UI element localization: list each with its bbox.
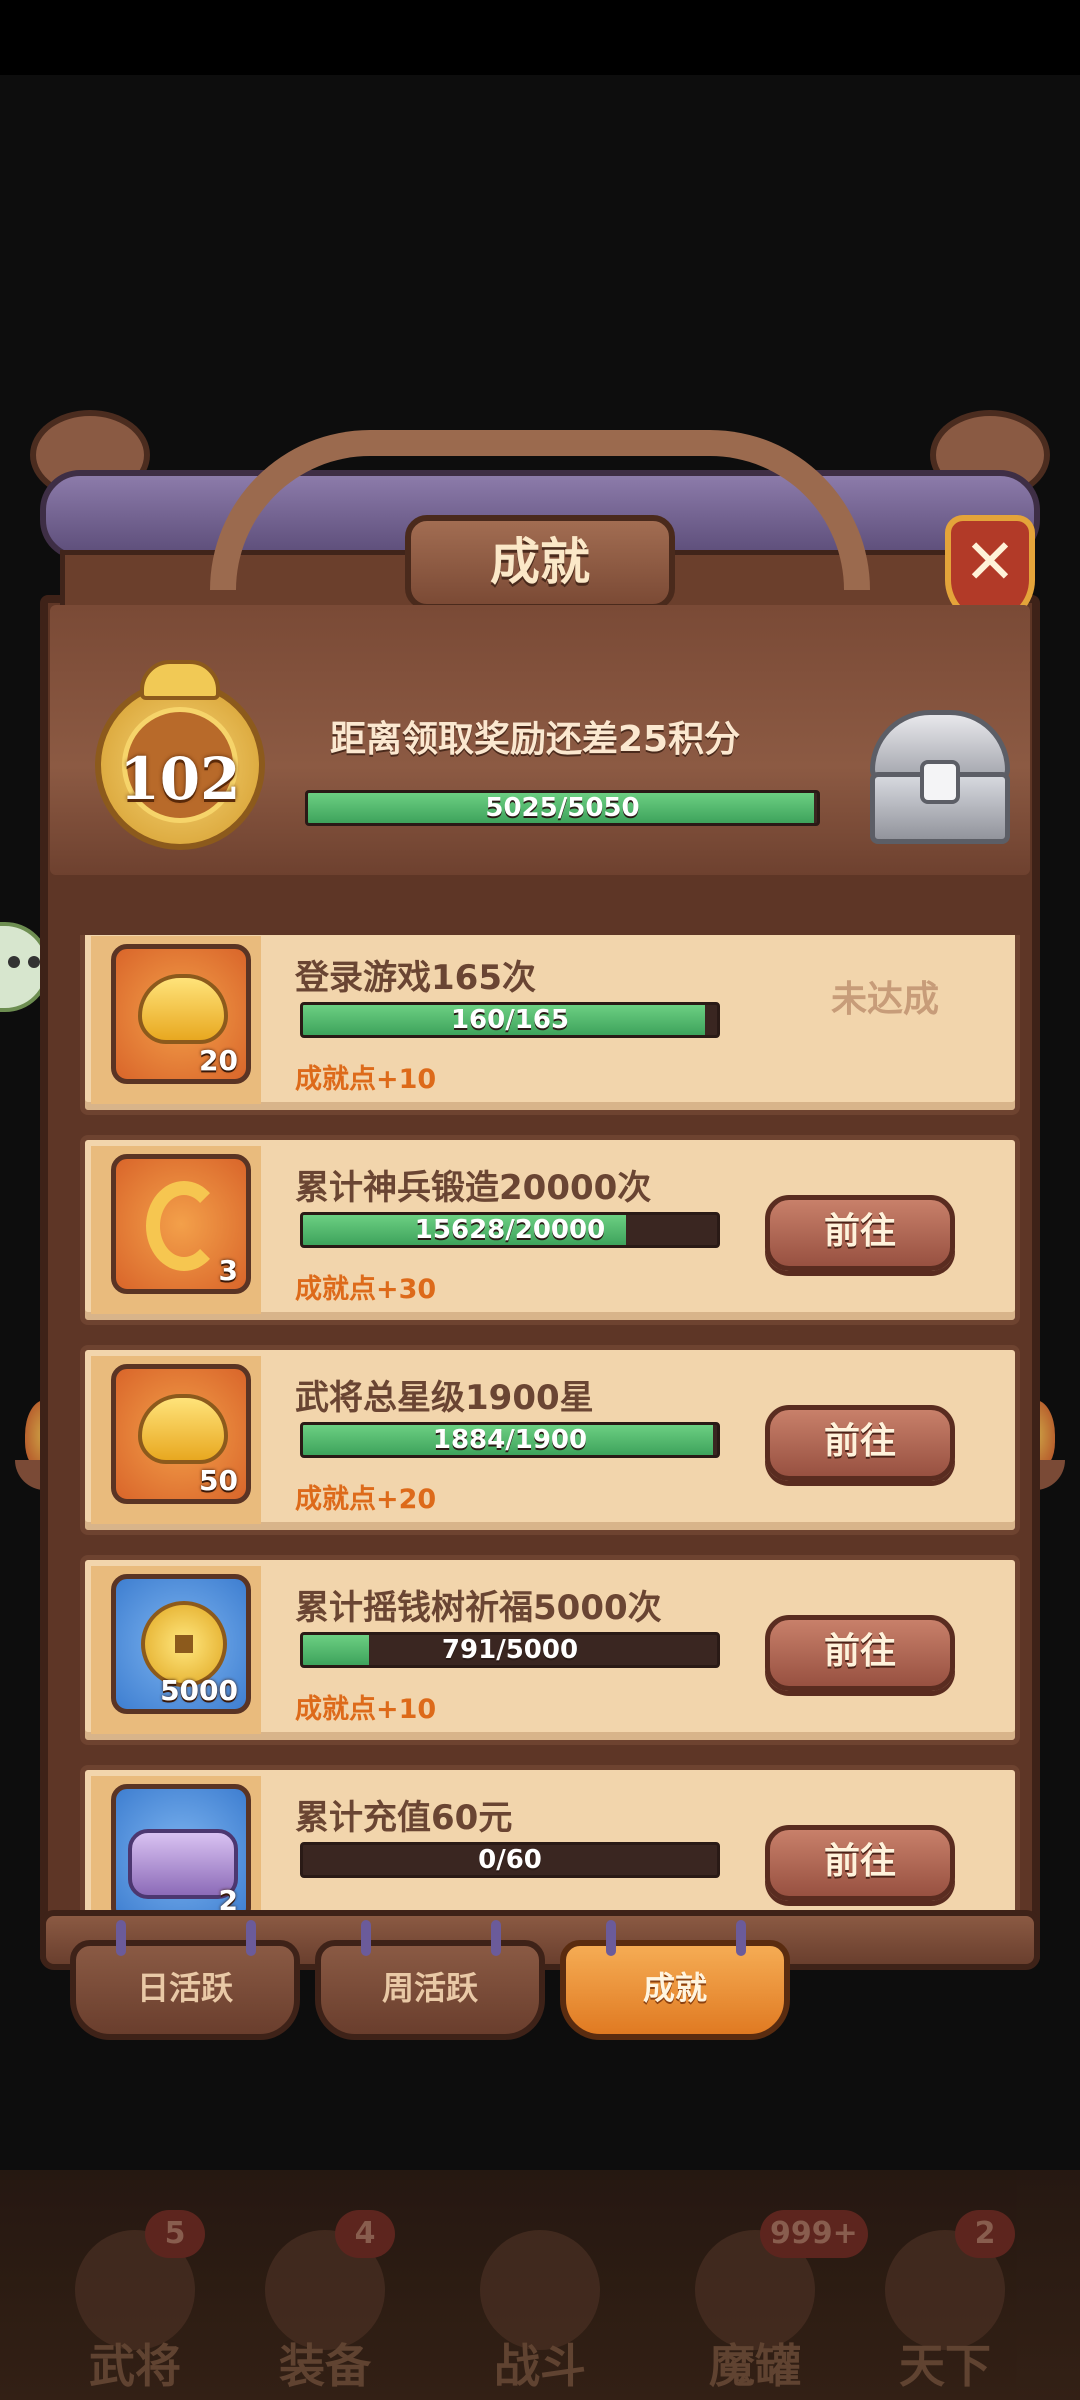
reward-item[interactable]: 5000 — [111, 1574, 251, 1714]
achievement-progress-bar: 1884/1900 — [300, 1422, 720, 1458]
tab-weekly-activity[interactable]: 周活跃 — [315, 1920, 545, 2040]
total-progress-text: 5025/5050 — [485, 793, 640, 823]
reward-slot: 5000 — [91, 1566, 261, 1734]
reward-item[interactable]: 2 — [111, 1784, 251, 1924]
go-button[interactable]: 前往 — [765, 1405, 955, 1481]
tab-achievements[interactable]: 成就 — [560, 1920, 790, 2040]
achievement-card: 3 累计神兵锻造20000次 15628/20000 成就点+30 前往 — [80, 1135, 1020, 1325]
achievement-points: 成就点+10 — [295, 1694, 437, 1725]
gold-ingot-icon — [138, 974, 228, 1044]
achievement-points: 成就点+20 — [295, 1484, 437, 1515]
achievement-title: 累计神兵锻造20000次 — [295, 1168, 652, 1208]
reward-slot: 3 — [91, 1146, 261, 1314]
progress-text: 160/165 — [450, 1005, 570, 1035]
reward-slot: 20 — [91, 936, 261, 1104]
reward-quantity: 5000 — [160, 1674, 238, 1707]
go-button[interactable]: 前往 — [765, 1825, 955, 1901]
achievement-points: 成就点+30 — [295, 1274, 437, 1305]
achievement-progress-bar: 15628/20000 — [300, 1212, 720, 1248]
tab-label: 周活跃 — [381, 1969, 478, 2007]
tab-label: 成就 — [642, 1969, 707, 2007]
achievement-title: 登录游戏165次 — [295, 958, 536, 998]
status-not-achieved: 未达成 — [830, 979, 939, 1020]
achievement-title: 武将总星级1900星 — [295, 1378, 594, 1418]
achievement-level: 102 — [119, 745, 241, 813]
reward-quantity: 50 — [199, 1464, 238, 1497]
progress-text: 15628/20000 — [414, 1215, 606, 1245]
achievement-points: 成就点+10 — [295, 1064, 437, 1095]
go-button[interactable]: 前往 — [765, 1195, 955, 1271]
progress-text: 1884/1900 — [432, 1425, 588, 1455]
panel-title: 成就 — [405, 515, 675, 610]
status-bar-area — [0, 0, 1080, 75]
tab-label: 日活跃 — [136, 1969, 233, 2007]
reward-item[interactable]: 50 — [111, 1364, 251, 1504]
total-progress-bar: 5025/5050 — [305, 790, 820, 826]
achievement-list[interactable]: 20 登录游戏165次 160/165 成就点+10 未达成 3 累计神兵锻造20000次 1… — [70, 935, 1030, 2365]
dragon-emblem-icon — [146, 1181, 222, 1271]
achievement-card: 50 武将总星级1900星 1884/1900 成就点+20 前往 — [80, 1345, 1020, 1535]
reward-quantity: 3 — [218, 1254, 238, 1287]
crown-icon — [140, 660, 220, 700]
achievement-title: 累计充值60元 — [295, 1798, 513, 1838]
achievement-progress-bar: 0/60 — [300, 1842, 720, 1878]
achievement-title: 累计摇钱树祈福5000次 — [295, 1588, 662, 1628]
reward-item[interactable]: 20 — [111, 944, 251, 1084]
reward-distance-text: 距离领取奖励还差25积分 — [330, 719, 741, 760]
progress-text: 0/60 — [478, 1845, 542, 1875]
silver-chest-icon[interactable] — [860, 700, 1020, 850]
reward-item[interactable]: 3 — [111, 1154, 251, 1294]
tab-daily-activity[interactable]: 日活跃 — [70, 1920, 300, 2040]
reward-quantity: 20 — [199, 1044, 238, 1077]
close-icon: ✕ — [964, 525, 1016, 598]
game-screen: 5 武将 4 装备 战斗 999+ 魔罐 2 天下 成就 ✕ 102 距离领取奖… — [0, 0, 1080, 2400]
achievement-card: 20 登录游戏165次 160/165 成就点+10 未达成 — [80, 935, 1020, 1115]
achievement-progress-bar: 160/165 — [300, 1002, 720, 1038]
go-button[interactable]: 前往 — [765, 1615, 955, 1691]
progress-text: 791/5000 — [441, 1635, 579, 1665]
achievement-card: 5000 累计摇钱树祈福5000次 791/5000 成就点+10 前往 — [80, 1555, 1020, 1745]
gold-ingot-icon — [138, 1394, 228, 1464]
reward-slot: 50 — [91, 1356, 261, 1524]
achievement-level-badge: 102 — [85, 660, 275, 860]
achievement-progress-bar: 791/5000 — [300, 1632, 720, 1668]
achievement-panel: 成就 ✕ 102 距离领取奖励还差25积分 5025/5050 20 登录游戏16… — [30, 410, 1050, 2040]
